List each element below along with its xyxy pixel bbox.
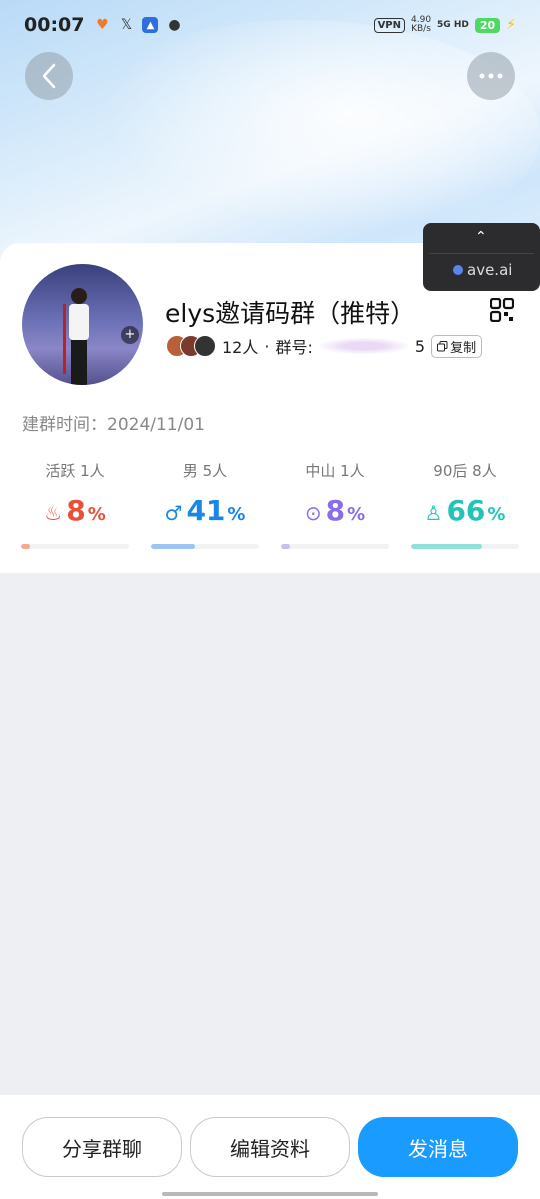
flame-icon: ♨ (44, 501, 63, 525)
stat-progress-fill (21, 544, 30, 549)
floating-browser-popup[interactable]: ⌃ ave.ai (423, 223, 540, 291)
stat-unit: % (347, 504, 366, 525)
more-icon (479, 73, 503, 79)
created-date: 2024/11/01 (107, 415, 205, 435)
group-name: elys邀请码群（推特） (165, 299, 416, 328)
avatar-add-icon: + (121, 326, 139, 344)
stat-label: 90后 8人 (433, 462, 497, 480)
battery-indicator: 20 (474, 17, 501, 33)
member-avatars[interactable] (166, 335, 216, 357)
stat-progress-fill (411, 544, 483, 549)
chevron-up-icon[interactable]: ⌃ (475, 229, 487, 245)
stat-number: 66 (446, 494, 486, 527)
send-message-button[interactable]: 发消息 (358, 1117, 518, 1177)
app-icon: ▲ (142, 17, 159, 33)
stat-column[interactable]: 90后 8人 ♙ 66% (400, 460, 530, 549)
heart-icon: ♥ (96, 17, 109, 33)
stat-progress-bar (411, 544, 519, 549)
person-icon: ♙ (424, 501, 443, 525)
stat-number: 8 (66, 494, 86, 527)
meta-separator: · (264, 336, 270, 356)
status-right: VPN 4.90 KB/s 5G HD 20 ⚡ (373, 16, 516, 34)
popup-divider (429, 253, 534, 254)
stat-value: ⊙ 8% (270, 494, 400, 528)
group-avatar[interactable]: + (22, 264, 143, 385)
back-button[interactable] (25, 52, 73, 100)
edit-profile-button[interactable]: 编辑资料 (190, 1117, 350, 1177)
wechat-icon: ● (168, 17, 181, 33)
popup-site-label: ave.ai (467, 261, 513, 279)
stat-value: ♨ 8% (10, 494, 140, 528)
home-indicator (162, 1192, 378, 1196)
stat-value: ♙ 66% (400, 494, 530, 528)
share-group-button[interactable]: 分享群聊 (22, 1117, 182, 1177)
created-date-row: 建群时间：2024/11/01 (22, 410, 205, 435)
member-count[interactable]: 12人 (222, 334, 258, 358)
net-speed-unit: KB/s (411, 24, 431, 34)
stat-progress-fill (151, 544, 196, 549)
popup-site[interactable]: ave.ai (453, 261, 512, 279)
stat-number: 8 (325, 494, 346, 527)
location-icon: ⊙ (304, 501, 322, 525)
stat-value: ♂ 41% (140, 494, 270, 528)
stat-progress-fill (281, 544, 290, 549)
stat-unit: % (487, 504, 506, 525)
copy-label: 复制 (450, 340, 477, 356)
stat-label: 男 5人 (182, 462, 228, 480)
group-stats: 活跃 1人 ♨ 8% 男 5人 ♂ 41% 中山 1人 ⊙ 8% 90后 8人 ♙ 66% (0, 460, 540, 549)
stat-progress-bar (281, 544, 389, 549)
stat-column[interactable]: 男 5人 ♂ 41% (140, 460, 270, 549)
copy-button[interactable]: 复制 (431, 334, 483, 358)
more-button[interactable] (467, 52, 515, 100)
member-avatar (194, 335, 216, 357)
group-id-label: 群号: (275, 338, 313, 357)
group-id-redacted (318, 338, 409, 354)
avatar-figure (63, 288, 89, 385)
chevron-left-icon (42, 63, 56, 89)
stat-progress-bar (21, 544, 129, 549)
vpn-badge: VPN (373, 17, 405, 33)
stat-label: 中山 1人 (305, 462, 365, 480)
male-icon: ♂ (164, 501, 183, 525)
created-label: 建群时间： (22, 415, 107, 435)
x-icon: 𝕏 (120, 17, 133, 33)
qr-code-icon[interactable] (490, 298, 514, 322)
notification-icons: ♥ 𝕏 ▲ ● (94, 17, 182, 33)
stat-label: 活跃 1人 (45, 462, 105, 480)
group-id-tail: 5 (414, 336, 426, 356)
charging-icon: ⚡ (506, 17, 516, 33)
status-time: 00:07 (24, 14, 85, 36)
group-meta-row: 12人 · 群号: 5 复制 (166, 334, 483, 358)
copy-icon (437, 340, 448, 351)
stat-column[interactable]: 活跃 1人 ♨ 8% (10, 460, 140, 549)
header-decoration (60, 20, 540, 250)
stat-unit: % (87, 504, 106, 525)
stat-number: 41 (186, 494, 226, 527)
signal-indicator: 5G HD (437, 19, 469, 30)
site-icon (453, 265, 463, 275)
stat-column[interactable]: 中山 1人 ⊙ 8% (270, 460, 400, 549)
status-bar: 00:07 ♥ 𝕏 ▲ ● VPN 4.90 KB/s 5G HD 20 ⚡ (0, 0, 540, 50)
net-speed: 4.90 KB/s (411, 16, 431, 34)
stat-progress-bar (151, 544, 259, 549)
stat-unit: % (227, 504, 246, 525)
